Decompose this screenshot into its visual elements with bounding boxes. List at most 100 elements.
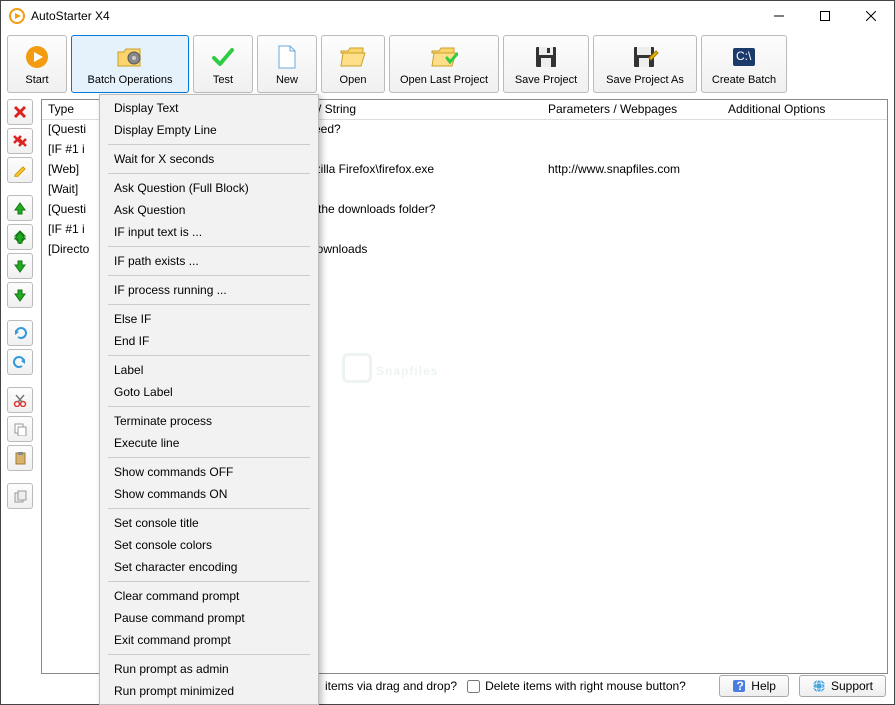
menu-separator <box>108 246 310 247</box>
open-folder-icon <box>339 43 367 71</box>
menu-item[interactable]: Goto Label <box>100 381 318 403</box>
column-options[interactable]: Additional Options <box>722 100 882 119</box>
menu-item[interactable]: Exit command prompt <box>100 629 318 651</box>
menu-item[interactable]: Display Text <box>100 97 318 119</box>
titlebar: AutoStarter X4 <box>1 1 894 31</box>
new-button[interactable]: New <box>257 35 317 93</box>
move-drag-checkbox[interactable]: items via drag and drop? <box>325 679 457 693</box>
new-file-icon <box>273 43 301 71</box>
menu-item[interactable]: Else IF <box>100 308 318 330</box>
edit-button[interactable] <box>7 157 33 183</box>
globe-icon <box>812 679 826 693</box>
menu-item[interactable]: Pause command prompt <box>100 607 318 629</box>
menu-item[interactable]: Set console title <box>100 512 318 534</box>
cell <box>722 120 882 140</box>
cell <box>722 220 882 240</box>
open-last-label: Open Last Project <box>400 74 488 86</box>
support-label: Support <box>831 679 873 693</box>
move-top-button[interactable] <box>7 224 33 250</box>
cell <box>542 220 722 240</box>
delete-right-checkbox[interactable]: Delete items with right mouse button? <box>467 679 686 693</box>
menu-item[interactable]: Clear command prompt <box>100 585 318 607</box>
menu-item[interactable]: Show commands ON <box>100 483 318 505</box>
refresh-alt-button[interactable] <box>7 349 33 375</box>
help-icon: ? <box>732 679 746 693</box>
move-up-button[interactable] <box>7 195 33 221</box>
menu-item[interactable]: End IF <box>100 330 318 352</box>
column-string[interactable]: n / String <box>302 100 542 119</box>
menu-separator <box>108 406 310 407</box>
menu-separator <box>108 654 310 655</box>
cell: n the downloads folder? <box>302 200 542 220</box>
batch-operations-menu[interactable]: Display TextDisplay Empty Line Wait for X… <box>99 94 319 705</box>
menu-separator <box>108 355 310 356</box>
test-label: Test <box>213 74 233 86</box>
menu-item[interactable]: IF path exists ... <box>100 250 318 272</box>
cell <box>542 120 722 140</box>
maximize-button[interactable] <box>802 1 848 31</box>
app-icon <box>9 8 25 24</box>
menu-item[interactable]: Label <box>100 359 318 381</box>
save-as-icon <box>631 43 659 71</box>
paste-button[interactable] <box>7 445 33 471</box>
cell <box>722 140 882 160</box>
refresh-button[interactable] <box>7 320 33 346</box>
menu-item[interactable]: IF input text is ... <box>100 221 318 243</box>
batch-operations-button[interactable]: Batch Operations <box>71 35 189 93</box>
menu-item[interactable]: Wait for X seconds <box>100 148 318 170</box>
save-project-button[interactable]: Save Project <box>503 35 589 93</box>
column-parameters[interactable]: Parameters / Webpages <box>542 100 722 119</box>
cell: Downloads <box>302 240 542 260</box>
open-last-project-button[interactable]: Open Last Project <box>389 35 499 93</box>
menu-item[interactable]: Set character encoding <box>100 556 318 578</box>
duplicate-button[interactable] <box>7 483 33 509</box>
side-toolbar <box>7 99 35 674</box>
copy-button[interactable] <box>7 416 33 442</box>
save-icon <box>532 43 560 71</box>
menu-item[interactable]: Ask Question <box>100 199 318 221</box>
delete-button[interactable] <box>7 99 33 125</box>
menu-item[interactable]: Run prompt as admin <box>100 658 318 680</box>
menu-item[interactable]: Execute line <box>100 432 318 454</box>
gear-folder-icon <box>116 43 144 71</box>
open-label: Open <box>340 74 367 86</box>
menu-item[interactable]: Show commands OFF <box>100 461 318 483</box>
svg-text:C:\: C:\ <box>736 49 752 63</box>
save-project-as-button[interactable]: Save Project As <box>593 35 697 93</box>
test-button[interactable]: Test <box>193 35 253 93</box>
batch-operations-label: Batch Operations <box>88 74 173 86</box>
play-icon <box>23 43 51 71</box>
help-label: Help <box>751 679 776 693</box>
menu-item[interactable]: Terminate process <box>100 410 318 432</box>
cut-button[interactable] <box>7 387 33 413</box>
open-button[interactable]: Open <box>321 35 385 93</box>
support-button[interactable]: Support <box>799 675 886 697</box>
move-down-button[interactable] <box>7 253 33 279</box>
create-batch-button[interactable]: C:\ Create Batch <box>701 35 787 93</box>
delete-right-label: Delete items with right mouse button? <box>485 679 686 693</box>
close-button[interactable] <box>848 1 894 31</box>
create-batch-label: Create Batch <box>712 74 776 86</box>
menu-item[interactable]: Ask Question (Full Block) <box>100 177 318 199</box>
cell: ozilla Firefox\firefox.exe <box>302 160 542 180</box>
menu-item[interactable]: Set console colors <box>100 534 318 556</box>
new-label: New <box>276 74 298 86</box>
start-button[interactable]: Start <box>7 35 67 93</box>
menu-separator <box>108 275 310 276</box>
cell <box>302 140 542 160</box>
window-title: AutoStarter X4 <box>31 9 756 23</box>
menu-separator <box>108 581 310 582</box>
move-drag-label: items via drag and drop? <box>325 679 457 693</box>
start-label: Start <box>25 74 48 86</box>
cell <box>302 180 542 200</box>
main-toolbar: Start Batch Operations Test New Open Ope… <box>1 31 894 97</box>
minimize-button[interactable] <box>756 1 802 31</box>
delete-all-button[interactable] <box>7 128 33 154</box>
menu-item[interactable]: Display Empty Line <box>100 119 318 141</box>
move-bottom-button[interactable] <box>7 282 33 308</box>
delete-right-input[interactable] <box>467 680 480 693</box>
menu-item[interactable]: Run prompt minimized <box>100 680 318 702</box>
menu-item[interactable]: IF process running ... <box>100 279 318 301</box>
console-icon: C:\ <box>730 43 758 71</box>
help-button[interactable]: ? Help <box>719 675 789 697</box>
